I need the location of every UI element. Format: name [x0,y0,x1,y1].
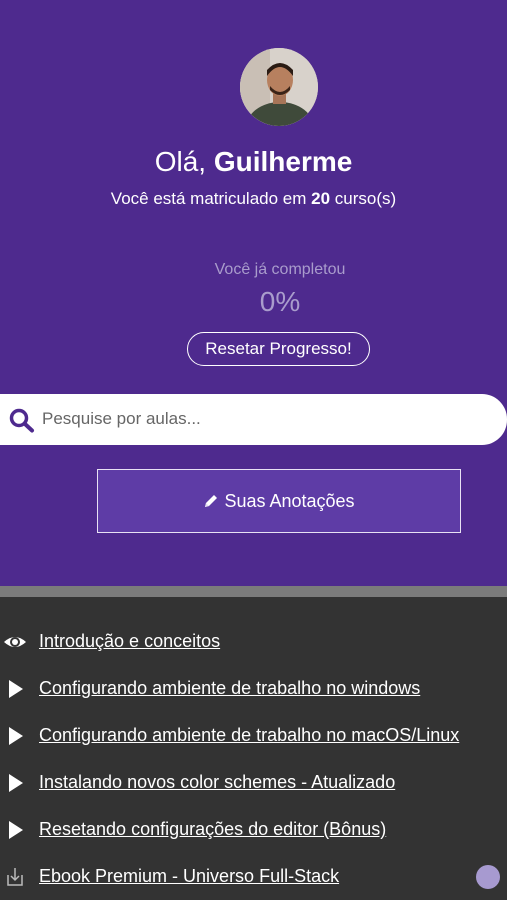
lesson-item[interactable]: Configurando ambiente de trabalho no win… [0,668,507,708]
play-icon [9,821,23,839]
search-icon [9,408,34,433]
pencil-icon [205,495,218,507]
avatar [240,48,318,126]
notes-button-label: Suas Anotações [224,490,355,511]
play-icon [9,680,23,698]
completed-label: Você já completou [214,261,346,278]
lesson-item[interactable]: Resetando configurações do editor (Bônus… [0,809,507,849]
lesson-link[interactable]: Instalando novos color schemes - Atualiz… [39,770,395,794]
enrolled-count: 20 [311,189,331,208]
search-input[interactable] [42,404,482,434]
lesson-list: Introdução e conceitos Configurando ambi… [0,597,507,900]
play-icon [9,727,23,745]
search-bar [0,394,507,445]
chat-bubble-button[interactable] [476,865,500,889]
greeting: Olá, Guilherme [0,144,507,180]
user-name: Guilherme [213,146,353,177]
download-icon [7,868,23,886]
reset-progress-button[interactable]: Resetar Progresso! [187,332,370,366]
lesson-link[interactable]: Configurando ambiente de trabalho no win… [39,676,420,700]
enrolled-prefix: Você está matriculado em [110,189,307,208]
enrolled-courses-text: Você está matriculado em 20 curso(s) [0,187,507,211]
enrolled-suffix: curso(s) [334,189,397,208]
lesson-link[interactable]: Configurando ambiente de trabalho no mac… [39,723,459,747]
lesson-item[interactable]: Instalando novos color schemes - Atualiz… [0,762,507,802]
notes-button[interactable]: Suas Anotações [97,469,461,533]
lesson-link[interactable]: Ebook Premium - Universo Full-Stack [39,864,339,888]
section-divider [0,586,507,597]
greeting-prefix: Olá, [154,146,207,177]
lesson-item[interactable]: Configurando ambiente de trabalho no mac… [0,715,507,755]
lesson-link[interactable]: Resetando configurações do editor (Bônus… [39,817,386,841]
lesson-item[interactable]: Introdução e conceitos [0,621,507,661]
eye-icon [4,637,26,647]
completed-percentage: 0% [259,286,301,317]
profile-header: Olá, Guilherme Você está matriculado em … [0,0,507,586]
play-icon [9,774,23,792]
lesson-link[interactable]: Introdução e conceitos [39,629,220,653]
lesson-item[interactable]: Ebook Premium - Universo Full-Stack [0,856,507,896]
